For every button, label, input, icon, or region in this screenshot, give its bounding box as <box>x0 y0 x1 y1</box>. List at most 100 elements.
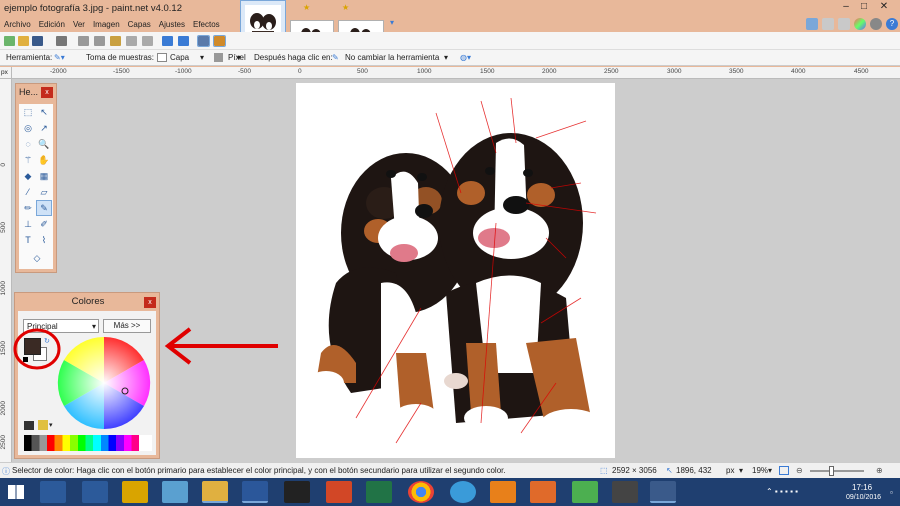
redo-icon[interactable] <box>178 36 189 46</box>
color-picker-icon[interactable]: ✎ <box>36 200 52 216</box>
settings-icon[interactable] <box>870 18 882 30</box>
maximize-button[interactable]: □ <box>856 1 872 15</box>
dropdown-icon[interactable]: ▾ <box>739 466 743 475</box>
star-icon[interactable]: ★ <box>303 3 310 12</box>
taskbar-paintnet-icon[interactable] <box>650 481 676 503</box>
paste-icon[interactable] <box>110 36 121 46</box>
image-canvas[interactable] <box>296 83 615 458</box>
crop-icon[interactable] <box>126 36 137 46</box>
undo-icon[interactable] <box>162 36 173 46</box>
zoom-slider-thumb[interactable] <box>829 466 834 476</box>
color-picker-tool-icon[interactable]: ✎▾ <box>54 53 65 62</box>
menu-edicion[interactable]: Edición <box>35 18 69 32</box>
help-icon[interactable]: ? <box>886 18 898 30</box>
text-icon[interactable]: T <box>21 233 35 247</box>
zoom-slider[interactable] <box>810 470 864 472</box>
taskbar-app-icon[interactable] <box>162 481 188 503</box>
magic-wand-icon[interactable]: ⚚ <box>21 153 35 167</box>
after-click-dropdown[interactable]: No cambiar la herramienta <box>345 53 439 62</box>
move-selection-icon[interactable]: ↖ <box>37 105 51 119</box>
eraser-icon[interactable]: ▱ <box>37 185 51 199</box>
dropdown-icon[interactable]: ▾ <box>49 421 53 429</box>
palette-menu-icon[interactable] <box>38 420 48 430</box>
shapes-icon[interactable]: ◇ <box>28 251 46 265</box>
grid-icon[interactable] <box>197 35 210 47</box>
taskbar-app-icon[interactable] <box>40 481 66 503</box>
star-icon[interactable]: ★ <box>342 3 349 12</box>
layers-window-icon[interactable] <box>838 18 850 30</box>
tray-icons[interactable]: ⌃ ▪ ▪ ▪ ▪ ▪ <box>766 487 798 496</box>
puppies-image[interactable] <box>296 83 615 458</box>
color-palette[interactable] <box>24 435 152 451</box>
menu-ver[interactable]: Ver <box>69 18 89 32</box>
taskbar-pdf-icon[interactable] <box>284 481 310 503</box>
taskbar-app-icon[interactable] <box>612 481 638 503</box>
taskbar-app-icon[interactable] <box>572 481 598 503</box>
taskbar-powerpoint-icon[interactable] <box>326 481 352 503</box>
rulers-icon[interactable] <box>213 35 226 47</box>
menu-archivo[interactable]: Archivo <box>0 18 35 32</box>
zoom-in-icon[interactable]: ⊕ <box>876 466 883 475</box>
blending-icon[interactable]: ◍▾ <box>460 53 471 62</box>
menu-efectos[interactable]: Efectos <box>189 18 224 32</box>
taskbar-explorer-icon[interactable] <box>202 481 228 503</box>
cursor-icon: ↖ <box>666 466 673 475</box>
zoom-icon[interactable]: 🔍 <box>37 137 51 151</box>
dropdown-icon[interactable]: ▾ <box>200 53 204 62</box>
clock-date[interactable]: 09/10/2016 <box>846 494 881 501</box>
fit-window-icon[interactable] <box>779 466 789 475</box>
colors-window-icon[interactable] <box>854 18 866 30</box>
clock-time[interactable]: 17:16 <box>852 483 872 492</box>
ellipse-select-icon[interactable]: ◌ <box>21 137 35 151</box>
save-icon[interactable] <box>32 36 43 46</box>
units-selector[interactable]: px <box>726 466 734 475</box>
zoom-level[interactable]: 19% <box>752 466 768 475</box>
taskbar-app-icon[interactable] <box>122 481 148 503</box>
move-selected-icon[interactable]: ↗ <box>37 121 51 135</box>
new-image-icon[interactable] <box>4 36 15 46</box>
ruler-tick-label: -2000 <box>50 68 67 75</box>
sampling-layer-dropdown[interactable]: Capa <box>170 53 189 62</box>
paint-bucket-icon[interactable]: ◆ <box>21 169 35 183</box>
zoom-out-icon[interactable]: ⊖ <box>796 466 803 475</box>
rectangle-select-icon[interactable]: ⬚ <box>21 105 35 119</box>
menu-capas[interactable]: Capas <box>124 18 155 32</box>
palette-icon[interactable] <box>24 421 34 430</box>
taskbar-app-icon[interactable] <box>82 481 108 503</box>
taskbar: ⌃ ▪ ▪ ▪ ▪ ▪ 17:16 09/10/2016 ▫ <box>0 478 900 506</box>
minimize-button[interactable]: – <box>838 1 854 15</box>
menu-imagen[interactable]: Imagen <box>89 18 124 32</box>
taskbar-app-icon[interactable] <box>530 481 556 503</box>
gradient-icon[interactable]: ▦ <box>37 169 51 183</box>
windows-start-icon[interactable] <box>8 485 24 499</box>
taskbar-chrome-icon[interactable] <box>408 481 434 503</box>
tool-window-icon[interactable] <box>806 18 818 30</box>
copy-icon[interactable] <box>94 36 105 46</box>
open-icon[interactable] <box>18 36 29 46</box>
paintbrush-icon[interactable]: ⁄ <box>21 185 35 199</box>
taskbar-word-icon[interactable] <box>242 481 268 503</box>
taskbar-excel-icon[interactable] <box>366 481 392 503</box>
close-colors-button[interactable]: x <box>144 297 156 308</box>
close-tools-button[interactable]: x <box>41 87 53 98</box>
print-icon[interactable] <box>56 36 67 46</box>
deselect-icon[interactable] <box>142 36 153 46</box>
line-curve-icon[interactable]: ⌇ <box>37 233 51 247</box>
taskbar-app-icon[interactable] <box>490 481 516 503</box>
tab-list-dropdown-icon[interactable]: ▾ <box>390 18 394 27</box>
dropdown-icon[interactable]: ▾ <box>768 466 772 475</box>
cut-icon[interactable] <box>78 36 89 46</box>
notifications-icon[interactable]: ▫ <box>890 488 893 497</box>
history-window-icon[interactable] <box>822 18 834 30</box>
dropdown-icon[interactable]: ▾ <box>237 53 241 62</box>
taskbar-ie-icon[interactable] <box>450 481 476 503</box>
ruler-tick-label: -1000 <box>175 68 192 75</box>
clone-stamp-icon[interactable]: ⊥ <box>21 217 35 231</box>
pencil-icon[interactable]: ✏ <box>21 201 35 215</box>
dropdown-icon[interactable]: ▾ <box>444 53 448 62</box>
menu-ajustes[interactable]: Ajustes <box>155 18 189 32</box>
lasso-icon[interactable]: ◎ <box>21 121 35 135</box>
recolor-icon[interactable]: ✐ <box>37 217 51 231</box>
close-window-button[interactable]: ✕ <box>876 1 892 15</box>
pan-icon[interactable]: ✋ <box>37 153 51 167</box>
